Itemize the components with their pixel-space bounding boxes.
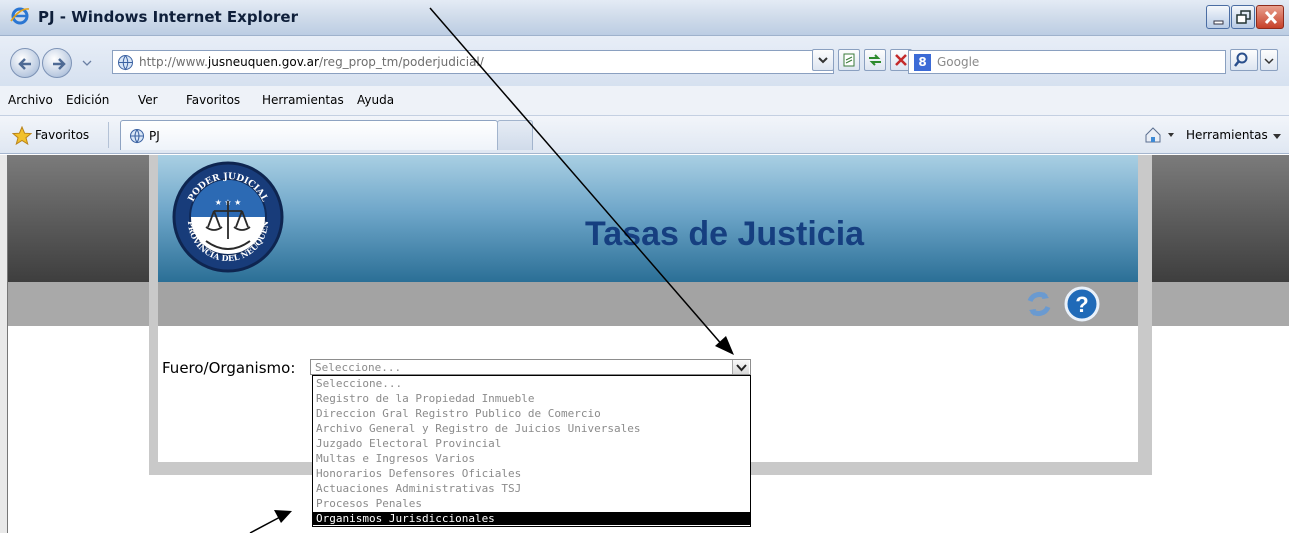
annotation-arrowhead xyxy=(274,510,292,523)
annotation-arrows xyxy=(249,7,734,533)
annotation-arrow-line xyxy=(249,515,283,533)
annotation-arrow-line xyxy=(429,7,725,348)
